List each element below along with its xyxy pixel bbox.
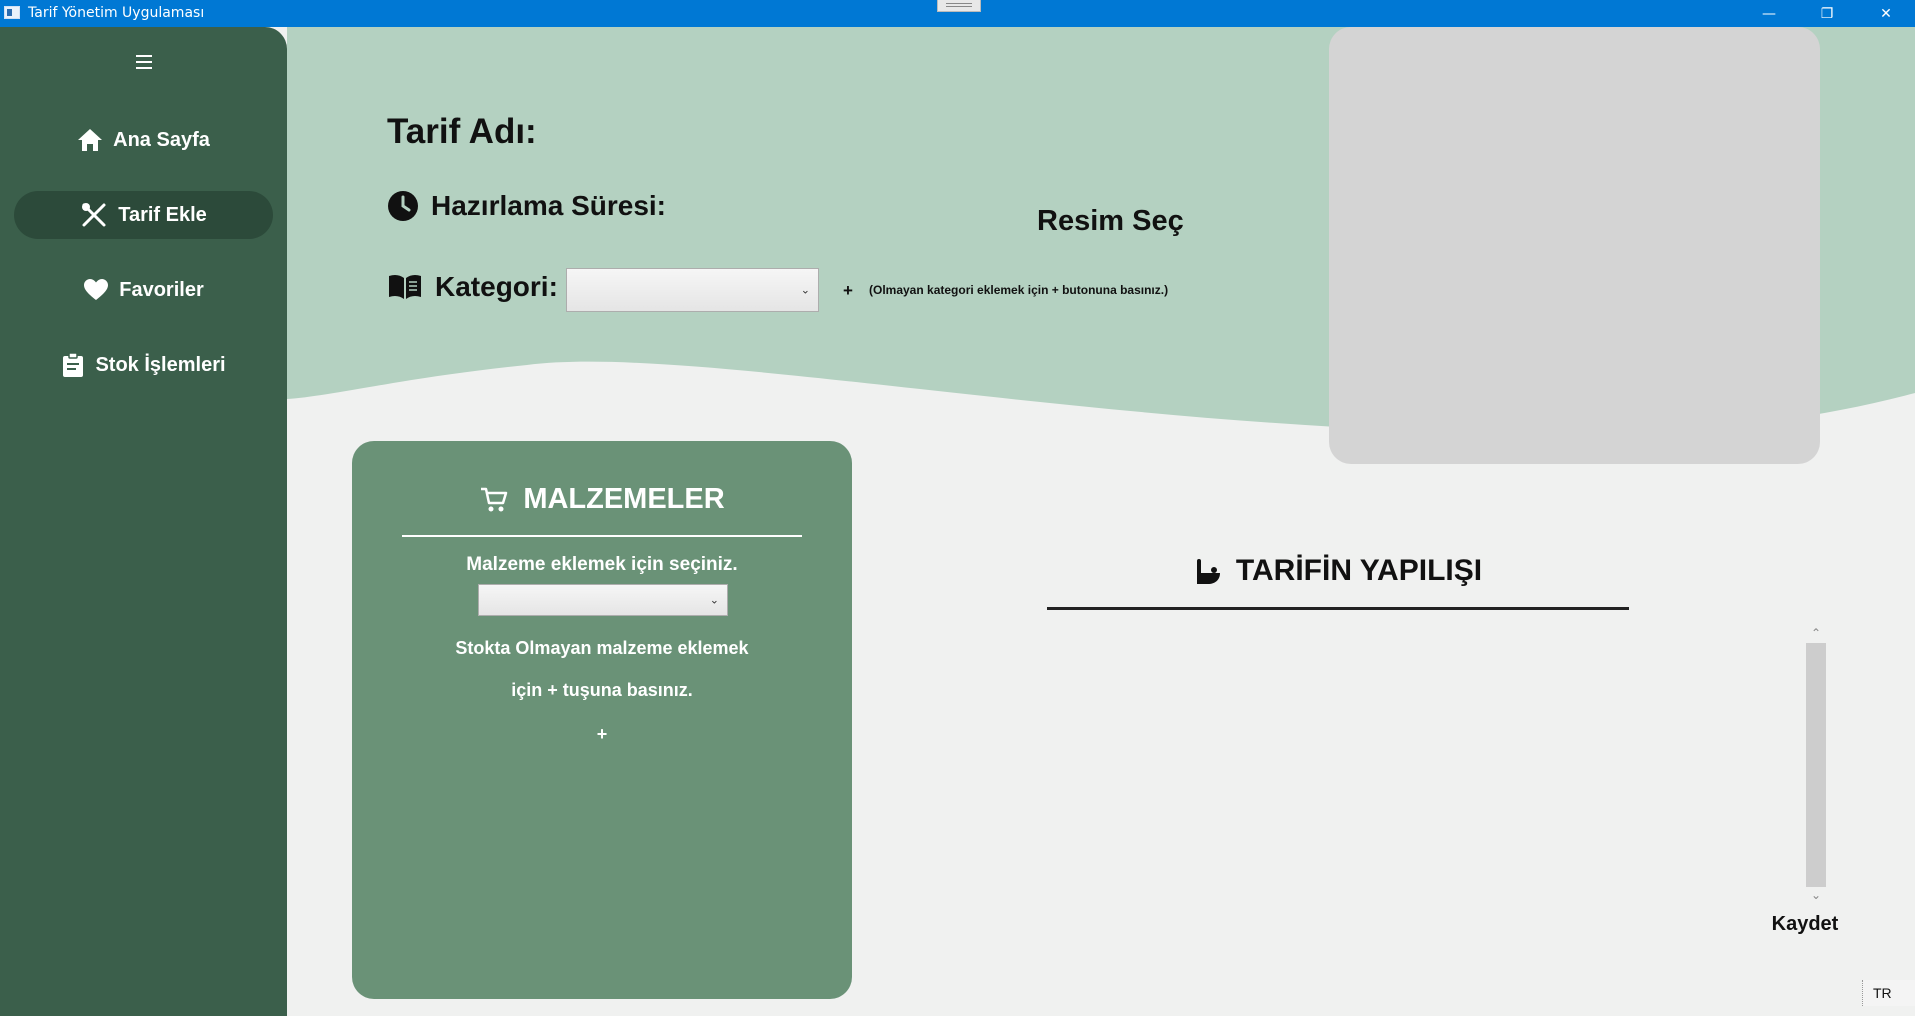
ingredient-select[interactable]: ⌄ bbox=[478, 584, 728, 616]
utensils-icon bbox=[82, 203, 106, 227]
image-preview-panel[interactable] bbox=[1329, 27, 1820, 464]
sidebar-item-label: Tarif Ekle bbox=[118, 203, 207, 226]
scroll-down-icon[interactable]: ⌄ bbox=[1806, 888, 1826, 902]
hamburger-menu-icon[interactable] bbox=[133, 53, 155, 71]
close-button[interactable]: ✕ bbox=[1857, 0, 1915, 27]
sidebar-item-label: Ana Sayfa bbox=[113, 128, 210, 151]
chevron-down-icon: ⌄ bbox=[709, 594, 719, 607]
add-ingredient-button[interactable]: + bbox=[577, 724, 627, 745]
clock-icon bbox=[388, 191, 418, 221]
steps-divider bbox=[1047, 607, 1629, 610]
sidebar-item-label: Stok İşlemleri bbox=[95, 353, 226, 376]
prep-time-label: Hazırlama Süresi: bbox=[431, 190, 666, 221]
ingredients-card: MALZEMELER Malzeme eklemek için seçiniz.… bbox=[352, 441, 852, 999]
window-titlebar: Tarif Yönetim Uygulaması — ❐ ✕ bbox=[0, 0, 1915, 27]
ingredients-divider bbox=[402, 535, 802, 537]
chevron-down-icon: ⌄ bbox=[800, 284, 810, 297]
sidebar-item-label: Favoriler bbox=[119, 278, 204, 301]
steps-scrollbar[interactable]: ⌃ ⌄ bbox=[1806, 626, 1826, 904]
add-category-button[interactable]: + bbox=[843, 281, 853, 301]
mortar-pestle-icon bbox=[1196, 559, 1220, 584]
ingredient-hint-line2: için + tuşuna basınız. bbox=[511, 680, 693, 700]
image-select-label[interactable]: Resim Seç bbox=[1037, 205, 1184, 238]
sidebar-item-ana-sayfa[interactable]: Ana Sayfa bbox=[14, 116, 273, 164]
category-label: Kategori: bbox=[435, 271, 558, 302]
steps-title: TARİFİN YAPILIŞI bbox=[1235, 554, 1483, 587]
book-icon bbox=[389, 274, 421, 299]
home-icon bbox=[78, 129, 103, 151]
language-indicator[interactable]: TR bbox=[1862, 980, 1915, 1006]
scrollbar-thumb[interactable] bbox=[1806, 643, 1826, 887]
window-title: Tarif Yönetim Uygulaması bbox=[28, 5, 205, 21]
snap-grip-handle[interactable] bbox=[937, 0, 981, 12]
sidebar-item-tarif-ekle[interactable]: Tarif Ekle bbox=[14, 191, 273, 239]
recipe-name-label: Tarif Adı: bbox=[387, 112, 537, 151]
steps-heading: TARİFİN YAPILIŞI bbox=[1047, 554, 1629, 588]
minimize-button[interactable]: — bbox=[1740, 0, 1798, 27]
heart-icon bbox=[84, 279, 109, 300]
sidebar: Ana Sayfa Tarif Ekle Favoriler Stok İşle… bbox=[0, 27, 287, 1016]
language-code: TR bbox=[1873, 985, 1892, 1001]
sidebar-item-stok-islemleri[interactable]: Stok İşlemleri bbox=[14, 341, 273, 389]
restore-button[interactable]: ❐ bbox=[1798, 0, 1856, 27]
ingredients-heading: MALZEMELER bbox=[352, 483, 852, 516]
prep-time-row: Hazırlama Süresi: bbox=[387, 190, 666, 222]
ingredient-select-prompt: Malzeme eklemek için seçiniz. bbox=[466, 554, 738, 575]
sidebar-item-favoriler[interactable]: Favoriler bbox=[14, 266, 273, 314]
shopping-cart-icon bbox=[481, 487, 508, 511]
clipboard-icon bbox=[63, 352, 84, 377]
ingredients-title: MALZEMELER bbox=[523, 483, 725, 515]
category-row: Kategori: bbox=[387, 271, 558, 303]
app-icon bbox=[4, 6, 20, 19]
category-select[interactable]: ⌄ bbox=[566, 268, 819, 312]
scroll-up-icon[interactable]: ⌃ bbox=[1806, 626, 1826, 640]
save-button[interactable]: Kaydet bbox=[1760, 913, 1850, 936]
add-category-hint: (Olmayan kategori eklemek için + butonun… bbox=[869, 283, 1169, 297]
ingredient-hint-line1: Stokta Olmayan malzeme eklemek bbox=[455, 638, 749, 658]
